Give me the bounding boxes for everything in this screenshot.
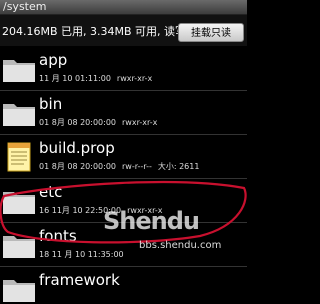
folder-icon — [3, 60, 35, 82]
file-name: app — [39, 51, 68, 69]
file-name: bin — [39, 95, 63, 113]
storage-info-bar: 204.16MB 已用, 3.34MB 可用, 读写 挂载只读 — [0, 15, 247, 46]
folder-icon — [3, 104, 35, 126]
folder-icon — [3, 236, 35, 258]
watermark-brand: Shendu — [103, 207, 200, 235]
file-meta: 11 月 10 01:11:00 rwxr-xr-x — [39, 74, 153, 83]
file-meta: 01 8月 08 20:00:00 rw-r--r-- 大小: 2611 — [39, 162, 200, 171]
file-name: etc — [39, 183, 63, 201]
file-name: build.prop — [39, 139, 115, 157]
list-item[interactable]: bin 01 8月 08 20:00:00 rwxr-xr-x — [0, 91, 247, 135]
file-name: framework — [39, 271, 120, 289]
file-meta: 01 8月 08 20:00:00 rwxr-xr-x — [39, 118, 158, 127]
mount-readonly-button[interactable]: 挂载只读 — [178, 23, 244, 42]
list-item[interactable]: framework — [0, 267, 247, 302]
storage-usage: 204.16MB 已用, 3.34MB 可用, 读写 — [2, 25, 187, 38]
file-list: app 11 月 10 01:11:00 rwxr-xr-x bin 01 8月 … — [0, 47, 247, 302]
text-file-icon — [7, 142, 31, 172]
list-item[interactable]: app 11 月 10 01:11:00 rwxr-xr-x — [0, 47, 247, 91]
watermark-url: bbs.shendu.com — [139, 240, 222, 251]
list-item[interactable]: build.prop 01 8月 08 20:00:00 rw-r--r-- 大小:… — [0, 135, 247, 179]
folder-icon — [3, 192, 35, 214]
folder-icon — [3, 280, 35, 302]
file-name: fonts — [39, 227, 77, 245]
file-meta: 18 11 月 10 11:35:00 — [39, 250, 124, 259]
current-path: /system — [3, 0, 47, 13]
title-bar: /system — [0, 0, 247, 15]
